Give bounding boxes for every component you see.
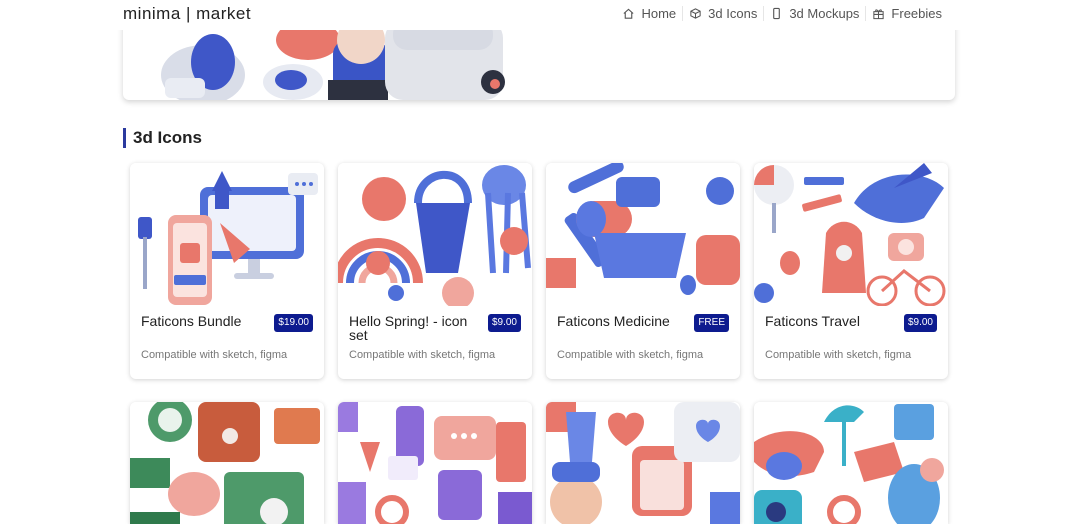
product-card-row2-3[interactable]	[546, 402, 740, 524]
product-thumbnail	[130, 163, 324, 306]
product-title: Hello Spring! - icon set	[349, 313, 468, 343]
product-thumbnail	[338, 402, 532, 524]
nav-home[interactable]: Home	[616, 6, 682, 21]
nav-3d-icons[interactable]: 3d Icons	[682, 6, 763, 21]
section-title: 3d Icons	[123, 128, 202, 148]
nav-3d-icons-label: 3d Icons	[708, 6, 758, 21]
product-card-row2-1[interactable]	[130, 402, 324, 524]
product-card-header: Faticons Travel $9.00	[765, 314, 937, 332]
product-card-header: Faticons Medicine FREE	[557, 314, 729, 332]
product-card-row2-2[interactable]	[338, 402, 532, 524]
price-badge: $19.00	[274, 314, 313, 332]
product-card-row2-4[interactable]	[754, 402, 948, 524]
gift-icon	[873, 9, 885, 20]
product-card-header: Hello Spring! - icon set $9.00	[349, 314, 521, 342]
home-icon	[623, 8, 634, 19]
price-badge: FREE	[694, 314, 729, 332]
top-bar: minima | market Home 3d Icons 3d Mockups…	[0, 0, 1080, 30]
product-thumbnail	[754, 163, 948, 306]
product-card-hello-spring[interactable]: Hello Spring! - icon set $9.00 Compatibl…	[338, 163, 532, 379]
product-card-header: Faticons Bundle $19.00	[141, 314, 313, 332]
product-card-faticons-medicine[interactable]: Faticons Medicine FREE Compatible with s…	[546, 163, 740, 379]
product-compatibility: Compatible with sketch, figma	[141, 349, 288, 361]
product-thumbnail	[338, 163, 532, 306]
nav-home-label: Home	[641, 6, 677, 21]
nav-freebies[interactable]: Freebies	[865, 6, 948, 21]
nav-freebies-label: Freebies	[891, 6, 942, 21]
product-thumbnail	[130, 402, 324, 524]
product-title: Faticons Travel	[765, 313, 860, 329]
product-card-faticons-bundle[interactable]: Faticons Bundle $19.00 Compatible with s…	[130, 163, 324, 379]
main-nav: Home 3d Icons 3d Mockups Freebies	[616, 6, 948, 21]
product-compatibility: Compatible with sketch, figma	[349, 349, 496, 361]
phone-icon	[773, 7, 781, 20]
price-badge: $9.00	[903, 314, 937, 332]
nav-3d-mockups-label: 3d Mockups	[789, 6, 860, 21]
product-thumbnail	[546, 163, 740, 306]
cube-icon	[690, 8, 701, 19]
price-badge: $9.00	[487, 314, 521, 332]
product-title: Faticons Medicine	[557, 313, 670, 329]
product-thumbnail	[754, 402, 948, 524]
product-card-faticons-travel[interactable]: Faticons Travel $9.00 Compatible with sk…	[754, 163, 948, 379]
nav-3d-mockups[interactable]: 3d Mockups	[763, 6, 865, 21]
product-compatibility: Compatible with sketch, figma	[765, 349, 912, 361]
product-thumbnail	[546, 402, 740, 524]
product-title: Faticons Bundle	[141, 313, 242, 329]
product-compatibility: Compatible with sketch, figma	[557, 349, 704, 361]
site-logo[interactable]: minima | market	[123, 4, 251, 24]
